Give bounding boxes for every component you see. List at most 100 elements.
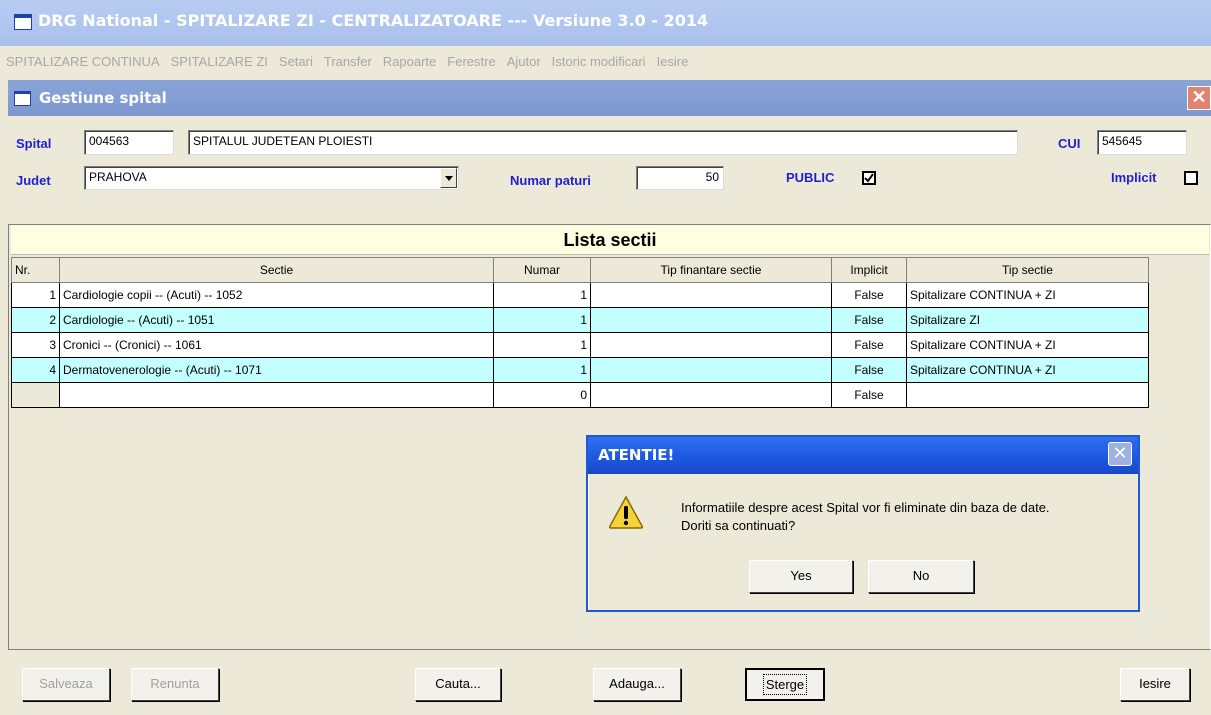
cell-tip-finantare[interactable]: [590, 357, 832, 383]
cell-tip-sectie[interactable]: [906, 382, 1149, 408]
cell-implicit[interactable]: False: [831, 357, 907, 383]
cell-implicit[interactable]: False: [831, 282, 907, 308]
close-icon[interactable]: ✕: [1187, 86, 1211, 110]
spital-label: Spital: [16, 136, 52, 151]
column-header-sectie[interactable]: Sectie: [59, 257, 494, 283]
dialog-message-line2: Doriti sa continuati?: [681, 518, 796, 533]
table-row[interactable]: 3 Cronici -- (Cronici) -- 1061 1 False S…: [11, 332, 1149, 358]
cell-numar[interactable]: 1: [493, 332, 591, 358]
cell-sectie[interactable]: Cardiologie copii -- (Acuti) -- 1052: [59, 282, 494, 308]
salveaza-button[interactable]: Salveaza: [22, 668, 110, 701]
cell-sectie[interactable]: [59, 382, 494, 408]
menu-ferestre[interactable]: Ferestre: [447, 54, 495, 69]
yes-button[interactable]: Yes: [749, 560, 853, 593]
checkmark-icon: [864, 173, 874, 183]
warning-icon: [608, 495, 644, 529]
cell-nr[interactable]: 1: [11, 282, 60, 308]
grid-title: Lista sectii: [11, 225, 1209, 255]
cell-sectie[interactable]: Cronici -- (Cronici) -- 1061: [59, 332, 494, 358]
menu-ajutor[interactable]: Ajutor: [507, 54, 541, 69]
menu-transfer[interactable]: Transfer: [324, 54, 372, 69]
child-title-bar: Gestiune spital ✕: [8, 80, 1211, 116]
cell-nr[interactable]: 3: [11, 332, 60, 358]
menu-iesire[interactable]: Iesire: [657, 54, 689, 69]
column-header-tip-finantare[interactable]: Tip finantare sectie: [590, 257, 832, 283]
cell-nr[interactable]: 4: [11, 357, 60, 383]
child-title: Gestiune spital: [39, 89, 167, 107]
app-title-bar: DRG National - SPITALIZARE ZI - CENTRALI…: [0, 0, 1211, 46]
cell-tip-sectie[interactable]: Spitalizare CONTINUA + ZI: [906, 332, 1149, 358]
cauta-button[interactable]: Cauta...: [415, 668, 501, 701]
cell-tip-finantare[interactable]: [590, 382, 832, 408]
cell-tip-sectie[interactable]: Spitalizare CONTINUA + ZI: [906, 282, 1149, 308]
sterge-button[interactable]: Sterge: [745, 668, 825, 701]
cell-numar[interactable]: 0: [493, 382, 591, 408]
cui-label: CUI: [1058, 136, 1081, 151]
close-icon[interactable]: ✕: [1108, 442, 1132, 466]
table-row-new[interactable]: 0 False: [11, 382, 1149, 408]
gestiune-spital-window: Gestiune spital ✕ Spital 004563 SPITALUL…: [8, 80, 1211, 715]
table-header-row: Nr. Sectie Numar Tip finantare sectie Im…: [11, 257, 1149, 283]
implicit-label: Implicit: [1111, 170, 1157, 185]
menu-istoric-modificari[interactable]: Istoric modificari: [552, 54, 646, 69]
cell-implicit[interactable]: False: [831, 307, 907, 333]
cell-tip-sectie[interactable]: Spitalizare ZI: [906, 307, 1149, 333]
dialog-title-bar: ATENTIE! ✕: [588, 437, 1138, 474]
judet-label: Judet: [16, 173, 51, 188]
yes-label: Yes: [790, 568, 812, 583]
cell-numar[interactable]: 1: [493, 282, 591, 308]
dialog-message: Informatiile despre acest Spital vor fi …: [681, 499, 1050, 535]
table-row[interactable]: 4 Dermatovenerologie -- (Acuti) -- 1071 …: [11, 357, 1149, 383]
dialog-title: ATENTIE!: [598, 446, 675, 464]
confirm-dialog: ATENTIE! ✕ Informatiile despre acest Spi…: [586, 435, 1140, 612]
numar-paturi-label: Numar paturi: [510, 173, 591, 188]
window-icon: [14, 14, 32, 30]
renunta-label: Renunta: [150, 676, 200, 691]
column-header-tip-sectie[interactable]: Tip sectie: [906, 257, 1149, 283]
public-label: PUBLIC: [786, 170, 835, 185]
sterge-label: Sterge: [762, 674, 808, 695]
menu-rapoarte[interactable]: Rapoarte: [383, 54, 436, 69]
cell-tip-finantare[interactable]: [590, 307, 832, 333]
numar-paturi-field[interactable]: 50: [636, 166, 724, 190]
table-row[interactable]: 2 Cardiologie -- (Acuti) -- 1051 1 False…: [11, 307, 1149, 333]
spital-code-field[interactable]: 004563: [84, 130, 174, 155]
cell-tip-finantare[interactable]: [590, 332, 832, 358]
column-header-implicit[interactable]: Implicit: [831, 257, 907, 283]
adauga-label: Adauga...: [609, 676, 665, 691]
chevron-down-icon[interactable]: [440, 168, 457, 188]
cell-tip-finantare[interactable]: [590, 282, 832, 308]
cell-sectie[interactable]: Dermatovenerologie -- (Acuti) -- 1071: [59, 357, 494, 383]
column-header-nr[interactable]: Nr.: [11, 257, 60, 283]
judet-select[interactable]: PRAHOVA: [84, 166, 459, 190]
cell-implicit[interactable]: False: [831, 382, 907, 408]
window-icon: [14, 91, 31, 106]
cauta-label: Cauta...: [435, 676, 481, 691]
spital-name-field[interactable]: SPITALUL JUDETEAN PLOIESTI: [188, 130, 1018, 155]
renunta-button[interactable]: Renunta: [131, 668, 219, 701]
dialog-message-line1: Informatiile despre acest Spital vor fi …: [681, 500, 1050, 515]
cell-nr[interactable]: [11, 382, 60, 408]
adauga-button[interactable]: Adauga...: [593, 668, 681, 701]
column-header-numar[interactable]: Numar: [493, 257, 591, 283]
menu-spitalizare-zi[interactable]: SPITALIZARE ZI: [171, 54, 268, 69]
app-title: DRG National - SPITALIZARE ZI - CENTRALI…: [38, 11, 709, 30]
cui-field[interactable]: 545645: [1097, 130, 1187, 155]
judet-value: PRAHOVA: [89, 170, 147, 184]
public-checkbox[interactable]: [862, 171, 876, 185]
iesire-button[interactable]: Iesire: [1120, 668, 1190, 701]
cell-numar[interactable]: 1: [493, 357, 591, 383]
menu-setari[interactable]: Setari: [279, 54, 313, 69]
menu-bar: SPITALIZARE CONTINUA SPITALIZARE ZI Seta…: [0, 46, 1211, 76]
cell-nr[interactable]: 2: [11, 307, 60, 333]
cell-implicit[interactable]: False: [831, 332, 907, 358]
cell-tip-sectie[interactable]: Spitalizare CONTINUA + ZI: [906, 357, 1149, 383]
salveaza-label: Salveaza: [39, 676, 93, 691]
implicit-checkbox[interactable]: [1184, 171, 1198, 185]
menu-spitalizare-continua[interactable]: SPITALIZARE CONTINUA: [6, 54, 160, 69]
sectii-table: Nr. Sectie Numar Tip finantare sectie Im…: [11, 257, 1149, 408]
no-button[interactable]: No: [868, 560, 974, 593]
cell-numar[interactable]: 1: [493, 307, 591, 333]
table-row[interactable]: 1 Cardiologie copii -- (Acuti) -- 1052 1…: [11, 282, 1149, 308]
cell-sectie[interactable]: Cardiologie -- (Acuti) -- 1051: [59, 307, 494, 333]
